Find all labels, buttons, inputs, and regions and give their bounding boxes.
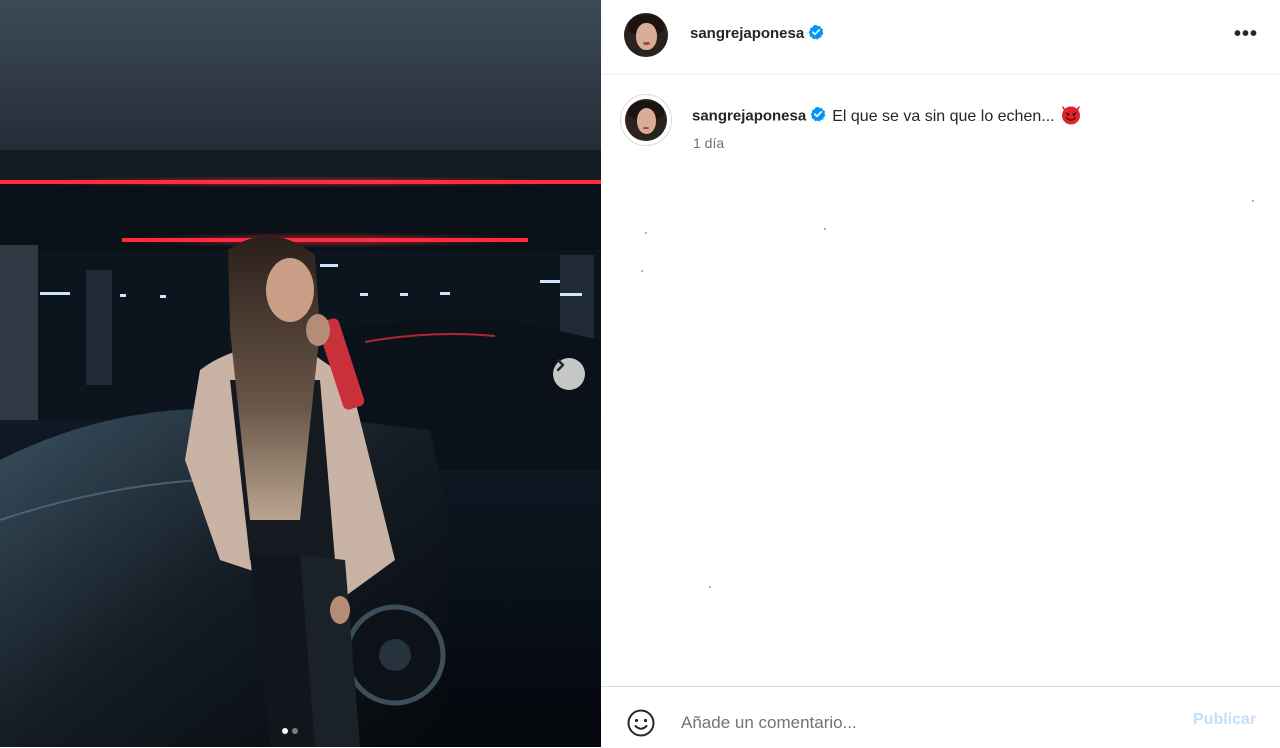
caption-text: El que se va sin que lo echen... xyxy=(832,107,1055,125)
more-options-icon: ••• xyxy=(1233,22,1258,45)
more-options-button[interactable]: ••• xyxy=(1233,22,1259,45)
emoji-smiley-icon xyxy=(627,709,655,737)
artifact-speck xyxy=(641,270,643,272)
verified-badge-icon xyxy=(810,106,826,127)
chevron-right-icon xyxy=(556,358,565,372)
avatar[interactable] xyxy=(624,13,668,57)
carousel-dot xyxy=(292,728,298,734)
post-timestamp[interactable]: 1 día xyxy=(693,135,724,151)
smiling-devil-icon xyxy=(1059,102,1083,131)
header-username-link[interactable]: sangrejaponesa xyxy=(690,25,804,42)
comment-input[interactable] xyxy=(679,709,1163,737)
carousel-next-button[interactable] xyxy=(553,358,585,390)
post-side-panel: sangrejaponesa ••• sangrejaponesa El que… xyxy=(601,0,1280,747)
post-header: sangrejaponesa ••• xyxy=(601,0,1280,75)
post-photo[interactable] xyxy=(0,0,601,747)
artifact-speck xyxy=(709,586,711,588)
caption-avatar[interactable] xyxy=(625,99,667,141)
artifact-speck xyxy=(1252,200,1254,202)
publish-button[interactable]: Publicar xyxy=(1193,711,1256,729)
comment-bar: Publicar xyxy=(601,686,1280,748)
carousel-indicator xyxy=(282,728,298,734)
photo-image xyxy=(0,0,601,747)
caption-username[interactable]: sangrejaponesa xyxy=(692,108,806,125)
verified-badge-icon xyxy=(808,24,824,44)
artifact-speck xyxy=(645,232,647,234)
artifact-speck xyxy=(824,228,826,230)
caption-line: sangrejaponesa El que se va sin que lo e… xyxy=(692,102,1083,131)
emoji-picker-button[interactable] xyxy=(623,705,659,741)
carousel-dot-active xyxy=(282,728,288,734)
caption: sangrejaponesa El que se va sin que lo e… xyxy=(601,75,1280,165)
header-username[interactable]: sangrejaponesa xyxy=(690,24,824,44)
